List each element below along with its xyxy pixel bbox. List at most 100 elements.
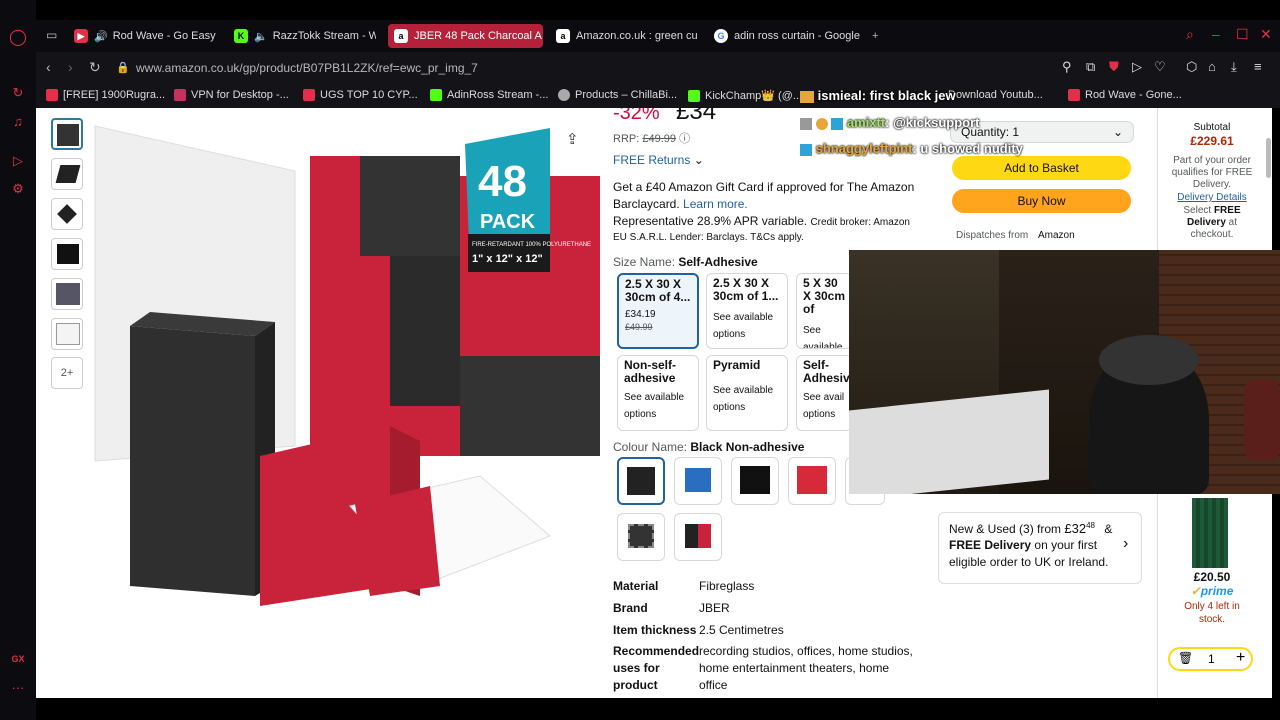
bottom-bar bbox=[36, 698, 1280, 720]
tab-rod-wave[interactable]: ▶ 🔊 Rod Wave - Go Easy ( bbox=[68, 24, 216, 48]
size-option-1[interactable]: 2.5 X 30 X 30cm of 4... £34.19 £49.99 bbox=[617, 273, 699, 349]
tab-razztokk[interactable]: K 🔈 RazzTokk Stream - W bbox=[228, 24, 376, 48]
tab-jber-active[interactable]: a JBER 48 Pack Charcoal A bbox=[388, 24, 543, 48]
learn-more-link[interactable]: Learn more. bbox=[683, 197, 748, 211]
new-used-price: £32 bbox=[1064, 521, 1087, 536]
curtain-thumbnail[interactable] bbox=[1192, 498, 1228, 568]
amazon-icon: a bbox=[556, 29, 570, 43]
tab-google[interactable]: G adin ross curtain - Google bbox=[708, 24, 862, 48]
settings-icon[interactable]: ⚙ bbox=[9, 180, 27, 198]
opera-logo-icon[interactable]: ◯ bbox=[9, 28, 27, 46]
gx-label[interactable]: GX bbox=[9, 650, 27, 668]
close-icon[interactable]: ✕ bbox=[1260, 26, 1272, 43]
bookmark-item[interactable]: Rod Wave - Gone... bbox=[1068, 89, 1182, 101]
delivery-details-link[interactable]: Delivery Details bbox=[1158, 192, 1266, 204]
bookmark-label: VPN for Desktop -... bbox=[191, 89, 289, 101]
new-used-cents: 48 bbox=[1086, 521, 1095, 530]
scrollbar-thumb[interactable] bbox=[1266, 138, 1271, 178]
chat-message: ismieal: first black jew bbox=[800, 88, 956, 103]
size-label: Size Name: bbox=[613, 255, 676, 269]
shield-icon[interactable]: ⛊ bbox=[1109, 59, 1119, 75]
play-icon[interactable]: ▷ bbox=[1132, 59, 1142, 75]
option-line: See available bbox=[713, 385, 774, 396]
plus-icon[interactable]: + bbox=[1236, 649, 1245, 667]
forward-icon[interactable]: › bbox=[68, 59, 73, 75]
thumbnail-3[interactable] bbox=[51, 198, 83, 230]
colour-swatch-blue[interactable] bbox=[674, 457, 722, 505]
tab-menu-icon[interactable]: ▭ bbox=[46, 28, 57, 42]
price: £34 bbox=[676, 108, 717, 125]
colour-swatch-charcoal[interactable] bbox=[617, 513, 665, 561]
bookmark-item[interactable]: AdinRoss Stream -... bbox=[430, 89, 548, 101]
info-icon[interactable]: ⓘ bbox=[679, 133, 690, 145]
chat-msg: : first black jew bbox=[861, 88, 956, 103]
rrp-row: RRP: £49.99 ⓘ bbox=[613, 130, 690, 146]
colour-swatch-red-black[interactable] bbox=[674, 513, 722, 561]
colour-swatch-red[interactable] bbox=[788, 457, 836, 505]
youtube-icon bbox=[46, 89, 58, 101]
history-icon[interactable]: ↻ bbox=[9, 84, 27, 102]
subtotal-label: Subtotal bbox=[1193, 122, 1231, 133]
new-tab-button[interactable]: + bbox=[866, 24, 888, 48]
option-sub: See available options bbox=[713, 309, 781, 343]
new-used-offer[interactable]: New & Used (3) from £3248 & FREE Deliver… bbox=[938, 512, 1142, 584]
pin-icon[interactable]: ⚲ bbox=[1062, 59, 1072, 75]
menu-icon[interactable]: ≡ bbox=[1254, 59, 1262, 74]
vpn-icon bbox=[174, 89, 186, 101]
add-to-basket-button[interactable]: Add to Basket bbox=[952, 156, 1131, 180]
size-option-2[interactable]: 2.5 X 30 X 30cm of 1... See available opt… bbox=[706, 273, 788, 349]
badge-icon bbox=[815, 117, 828, 130]
account-icon[interactable]: ⌂ bbox=[1208, 59, 1216, 74]
free-returns-link[interactable]: FREE Returns ⌄ bbox=[613, 153, 704, 167]
trash-icon[interactable]: 🗑 bbox=[1178, 651, 1193, 665]
send-icon[interactable]: ▷ bbox=[9, 152, 27, 170]
size-option-6[interactable]: Self-Adhesive See avail options bbox=[796, 355, 852, 431]
share-icon[interactable]: ⇪ bbox=[566, 130, 579, 148]
product-image[interactable]: 48 PACK FIRE-RETARDANT 100% POLYURETHANE… bbox=[90, 116, 600, 616]
bookmark-item[interactable]: VPN for Desktop -... bbox=[174, 89, 289, 101]
thumbnail-5[interactable] bbox=[51, 278, 83, 310]
pack-number: 48 bbox=[478, 157, 527, 206]
reload-icon[interactable]: ↻ bbox=[89, 59, 101, 76]
search-icon[interactable]: ⌕ bbox=[1186, 26, 1194, 43]
extensions-icon[interactable]: ⬡ bbox=[1186, 59, 1197, 75]
thumbnail-2[interactable] bbox=[51, 158, 83, 190]
cart-qty-stepper[interactable]: 🗑 1 + bbox=[1168, 647, 1253, 671]
tab-amazon-green[interactable]: a Amazon.co.uk : green cu bbox=[550, 24, 700, 48]
kick-icon bbox=[688, 89, 700, 102]
option-sub: See available options bbox=[624, 389, 692, 423]
more-thumbnails-button[interactable]: 2+ bbox=[51, 357, 83, 389]
download-icon[interactable]: ⤓ bbox=[1231, 59, 1237, 75]
option-title: 5 X 30 X 30cm of bbox=[803, 276, 846, 316]
buy-now-button[interactable]: Buy Now bbox=[952, 189, 1131, 213]
stock-line: Only 4 left in bbox=[1184, 601, 1240, 612]
foam-wall bbox=[310, 156, 600, 456]
colour-swatch-black-non-adhesive[interactable] bbox=[617, 457, 665, 505]
size-option-4[interactable]: Non-self-adhesive See available options bbox=[617, 355, 699, 431]
bookmark-item[interactable]: [FREE] 1900Rugra... bbox=[46, 89, 165, 101]
minimize-icon[interactable]: – bbox=[1212, 26, 1220, 42]
bookmark-item[interactable]: Products – ChillaBi... bbox=[558, 89, 677, 101]
colour-swatch-black[interactable] bbox=[731, 457, 779, 505]
player-icon[interactable]: ♫ bbox=[9, 112, 27, 130]
thumbnail-6[interactable] bbox=[51, 318, 83, 350]
back-icon[interactable]: ‹ bbox=[46, 59, 51, 75]
thumbnail-1[interactable] bbox=[51, 118, 83, 150]
size-option-5[interactable]: Pyramid See available options bbox=[706, 355, 788, 431]
badge-icon bbox=[800, 117, 812, 130]
url-field[interactable]: www.amazon.co.uk/gp/product/B07PB1L2ZK/r… bbox=[136, 61, 478, 75]
maximize-icon[interactable]: ☐ bbox=[1236, 26, 1249, 43]
bookmark-item[interactable]: Download Youtub... bbox=[948, 89, 1043, 101]
bookmark-item[interactable]: UGS TOP 10 CYP... bbox=[303, 89, 418, 101]
thumbnail-4[interactable] bbox=[51, 238, 83, 270]
more-icon[interactable]: ··· bbox=[9, 678, 27, 696]
tab-label: RazzTokk Stream - W bbox=[272, 30, 376, 42]
bookmark-item[interactable]: KickChamp👑 (@... bbox=[688, 89, 802, 102]
heart-icon[interactable]: ♡ bbox=[1154, 59, 1166, 75]
prime-label: prime bbox=[1200, 584, 1234, 598]
size-option-3[interactable]: 5 X 30 X 30cm of See availableoptions bbox=[796, 273, 852, 349]
option-line: See avail bbox=[803, 392, 845, 403]
broker-text: Credit broker: Amazon bbox=[810, 217, 910, 228]
snapshot-icon[interactable]: ⧉ bbox=[1086, 59, 1095, 75]
detail-key: Recommended bbox=[613, 644, 700, 658]
